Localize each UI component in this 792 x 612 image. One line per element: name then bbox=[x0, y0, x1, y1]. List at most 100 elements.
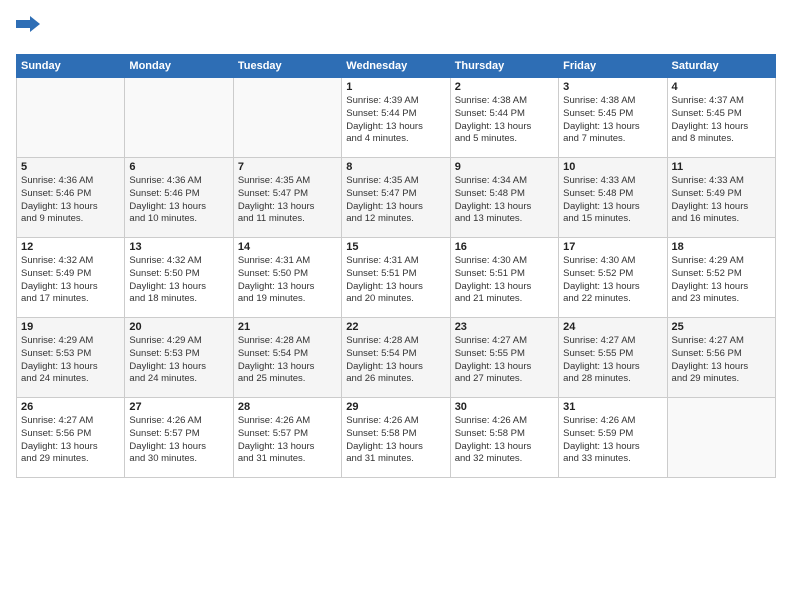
calendar-cell: 2Sunrise: 4:38 AM Sunset: 5:44 PM Daylig… bbox=[450, 78, 558, 158]
calendar-cell: 12Sunrise: 4:32 AM Sunset: 5:49 PM Dayli… bbox=[17, 238, 125, 318]
day-info: Sunrise: 4:35 AM Sunset: 5:47 PM Dayligh… bbox=[238, 175, 337, 226]
calendar-cell: 21 Sunrise: 4:28 AM Sunset: 5:54 PM Dayli… bbox=[233, 318, 341, 398]
day-number: 29 bbox=[346, 401, 445, 413]
day-number: 24 bbox=[563, 321, 662, 333]
day-number: 27 bbox=[129, 401, 228, 413]
day-number: 9 bbox=[455, 161, 554, 173]
day-info: Sunrise: 4:33 AM Sunset: 5:48 PM Dayligh… bbox=[563, 175, 662, 226]
day-number: 8 bbox=[346, 161, 445, 173]
day-number: 30 bbox=[455, 401, 554, 413]
calendar-cell: 25Sunrise: 4:27 AM Sunset: 5:56 PM Dayli… bbox=[667, 318, 775, 398]
calendar-cell: 17Sunrise: 4:30 AM Sunset: 5:52 PM Dayli… bbox=[559, 238, 667, 318]
calendar-cell: 31Sunrise: 4:26 AM Sunset: 5:59 PM Dayli… bbox=[559, 398, 667, 478]
weekday-header-friday: Friday bbox=[559, 55, 667, 78]
day-info: Sunrise: 4:38 AM Sunset: 5:45 PM Dayligh… bbox=[563, 95, 662, 146]
day-info: Sunrise: 4:33 AM Sunset: 5:49 PM Dayligh… bbox=[672, 175, 771, 226]
day-info: Sunrise: 4:39 AM Sunset: 5:44 PM Dayligh… bbox=[346, 95, 445, 146]
calendar-cell bbox=[17, 78, 125, 158]
calendar-cell: 23 Sunrise: 4:27 AM Sunset: 5:55 PM Dayli… bbox=[450, 318, 558, 398]
day-info: Sunrise: 4:26 AM Sunset: 5:59 PM Dayligh… bbox=[563, 415, 662, 466]
day-number: 23 bbox=[455, 321, 554, 333]
week-row-3: 12Sunrise: 4:32 AM Sunset: 5:49 PM Dayli… bbox=[17, 238, 776, 318]
day-number: 3 bbox=[563, 81, 662, 93]
day-number: 10 bbox=[563, 161, 662, 173]
week-row-4: 19 Sunrise: 4:29 AM Sunset: 5:53 PM Dayli… bbox=[17, 318, 776, 398]
day-info: Sunrise: 4:29 AM Sunset: 5:53 PM Dayligh… bbox=[129, 335, 228, 386]
calendar-cell: 15 Sunrise: 4:31 AM Sunset: 5:51 PM Dayli… bbox=[342, 238, 450, 318]
day-number: 6 bbox=[129, 161, 228, 173]
calendar-cell: 28 Sunrise: 4:26 AM Sunset: 5:57 PM Dayli… bbox=[233, 398, 341, 478]
day-info: Sunrise: 4:29 AM Sunset: 5:52 PM Dayligh… bbox=[672, 255, 771, 306]
calendar-table: SundayMondayTuesdayWednesdayThursdayFrid… bbox=[16, 54, 776, 478]
logo bbox=[16, 16, 44, 44]
calendar-cell: 18 Sunrise: 4:29 AM Sunset: 5:52 PM Dayli… bbox=[667, 238, 775, 318]
day-info: Sunrise: 4:26 AM Sunset: 5:57 PM Dayligh… bbox=[129, 415, 228, 466]
day-number: 26 bbox=[21, 401, 120, 413]
calendar-cell bbox=[667, 398, 775, 478]
day-info: Sunrise: 4:27 AM Sunset: 5:55 PM Dayligh… bbox=[455, 335, 554, 386]
day-info: Sunrise: 4:36 AM Sunset: 5:46 PM Dayligh… bbox=[129, 175, 228, 226]
weekday-header-sunday: Sunday bbox=[17, 55, 125, 78]
day-info: Sunrise: 4:32 AM Sunset: 5:49 PM Dayligh… bbox=[21, 255, 120, 306]
weekday-header-wednesday: Wednesday bbox=[342, 55, 450, 78]
week-row-2: 5 Sunrise: 4:36 AM Sunset: 5:46 PM Daylig… bbox=[17, 158, 776, 238]
calendar-cell: 6 Sunrise: 4:36 AM Sunset: 5:46 PM Daylig… bbox=[125, 158, 233, 238]
day-number: 22 bbox=[346, 321, 445, 333]
calendar-cell: 10 Sunrise: 4:33 AM Sunset: 5:48 PM Dayli… bbox=[559, 158, 667, 238]
day-number: 11 bbox=[672, 161, 771, 173]
day-info: Sunrise: 4:28 AM Sunset: 5:54 PM Dayligh… bbox=[238, 335, 337, 386]
calendar-cell: 4 Sunrise: 4:37 AM Sunset: 5:45 PM Daylig… bbox=[667, 78, 775, 158]
day-info: Sunrise: 4:29 AM Sunset: 5:53 PM Dayligh… bbox=[21, 335, 120, 386]
calendar-cell: 22 Sunrise: 4:28 AM Sunset: 5:54 PM Dayli… bbox=[342, 318, 450, 398]
day-info: Sunrise: 4:27 AM Sunset: 5:55 PM Dayligh… bbox=[563, 335, 662, 386]
day-number: 7 bbox=[238, 161, 337, 173]
calendar-cell: 16Sunrise: 4:30 AM Sunset: 5:51 PM Dayli… bbox=[450, 238, 558, 318]
day-info: Sunrise: 4:34 AM Sunset: 5:48 PM Dayligh… bbox=[455, 175, 554, 226]
day-info: Sunrise: 4:31 AM Sunset: 5:51 PM Dayligh… bbox=[346, 255, 445, 306]
day-info: Sunrise: 4:31 AM Sunset: 5:50 PM Dayligh… bbox=[238, 255, 337, 306]
day-info: Sunrise: 4:30 AM Sunset: 5:51 PM Dayligh… bbox=[455, 255, 554, 306]
day-number: 14 bbox=[238, 241, 337, 253]
calendar-cell: 5 Sunrise: 4:36 AM Sunset: 5:46 PM Daylig… bbox=[17, 158, 125, 238]
day-number: 2 bbox=[455, 81, 554, 93]
day-number: 19 bbox=[21, 321, 120, 333]
day-info: Sunrise: 4:35 AM Sunset: 5:47 PM Dayligh… bbox=[346, 175, 445, 226]
day-info: Sunrise: 4:32 AM Sunset: 5:50 PM Dayligh… bbox=[129, 255, 228, 306]
day-number: 20 bbox=[129, 321, 228, 333]
weekday-header-thursday: Thursday bbox=[450, 55, 558, 78]
day-number: 18 bbox=[672, 241, 771, 253]
day-number: 17 bbox=[563, 241, 662, 253]
calendar-cell: 29 Sunrise: 4:26 AM Sunset: 5:58 PM Dayli… bbox=[342, 398, 450, 478]
calendar-cell: 9 Sunrise: 4:34 AM Sunset: 5:48 PM Daylig… bbox=[450, 158, 558, 238]
day-number: 21 bbox=[238, 321, 337, 333]
calendar-cell: 26 Sunrise: 4:27 AM Sunset: 5:56 PM Dayli… bbox=[17, 398, 125, 478]
day-info: Sunrise: 4:27 AM Sunset: 5:56 PM Dayligh… bbox=[21, 415, 120, 466]
day-number: 15 bbox=[346, 241, 445, 253]
day-number: 5 bbox=[21, 161, 120, 173]
day-info: Sunrise: 4:27 AM Sunset: 5:56 PM Dayligh… bbox=[672, 335, 771, 386]
calendar-cell: 19 Sunrise: 4:29 AM Sunset: 5:53 PM Dayli… bbox=[17, 318, 125, 398]
calendar-cell: 1 Sunrise: 4:39 AM Sunset: 5:44 PM Daylig… bbox=[342, 78, 450, 158]
calendar-cell: 27 Sunrise: 4:26 AM Sunset: 5:57 PM Dayli… bbox=[125, 398, 233, 478]
calendar-cell: 3 Sunrise: 4:38 AM Sunset: 5:45 PM Daylig… bbox=[559, 78, 667, 158]
day-info: Sunrise: 4:36 AM Sunset: 5:46 PM Dayligh… bbox=[21, 175, 120, 226]
logo-icon bbox=[16, 16, 40, 44]
day-info: Sunrise: 4:28 AM Sunset: 5:54 PM Dayligh… bbox=[346, 335, 445, 386]
calendar-cell: 8 Sunrise: 4:35 AM Sunset: 5:47 PM Daylig… bbox=[342, 158, 450, 238]
calendar-cell: 14 Sunrise: 4:31 AM Sunset: 5:50 PM Dayli… bbox=[233, 238, 341, 318]
day-info: Sunrise: 4:37 AM Sunset: 5:45 PM Dayligh… bbox=[672, 95, 771, 146]
calendar-cell bbox=[233, 78, 341, 158]
weekday-header-tuesday: Tuesday bbox=[233, 55, 341, 78]
weekday-header-row: SundayMondayTuesdayWednesdayThursdayFrid… bbox=[17, 55, 776, 78]
calendar-cell bbox=[125, 78, 233, 158]
calendar-cell: 11 Sunrise: 4:33 AM Sunset: 5:49 PM Dayli… bbox=[667, 158, 775, 238]
day-number: 28 bbox=[238, 401, 337, 413]
day-info: Sunrise: 4:26 AM Sunset: 5:58 PM Dayligh… bbox=[455, 415, 554, 466]
day-number: 1 bbox=[346, 81, 445, 93]
day-info: Sunrise: 4:26 AM Sunset: 5:57 PM Dayligh… bbox=[238, 415, 337, 466]
day-info: Sunrise: 4:26 AM Sunset: 5:58 PM Dayligh… bbox=[346, 415, 445, 466]
calendar-cell: 7 Sunrise: 4:35 AM Sunset: 5:47 PM Daylig… bbox=[233, 158, 341, 238]
calendar-cell: 24 Sunrise: 4:27 AM Sunset: 5:55 PM Dayli… bbox=[559, 318, 667, 398]
calendar-cell: 20 Sunrise: 4:29 AM Sunset: 5:53 PM Dayli… bbox=[125, 318, 233, 398]
day-number: 4 bbox=[672, 81, 771, 93]
